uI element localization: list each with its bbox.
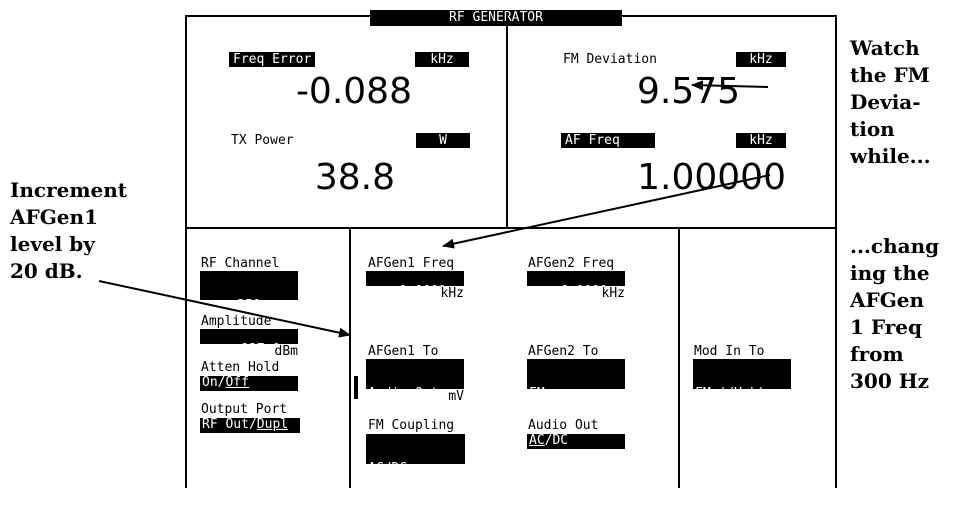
atten-hold-field[interactable]: On/Off	[200, 376, 298, 391]
meter-divider-horizontal	[185, 227, 837, 229]
audio-out-dc: /DC	[544, 433, 569, 448]
tx-power-label: TX Power	[231, 133, 294, 148]
freq-error-value: -0.088	[295, 71, 412, 112]
left-annotation: Increment AFGen1 level by 20 dB.	[10, 177, 180, 285]
amplitude-label: Amplitude	[201, 314, 272, 329]
rf-channel-field[interactable]: 350 LS AMPS	[200, 271, 298, 355]
afgen2-to-label: AFGen2 To	[528, 344, 599, 359]
mod-in-to-value: Off	[730, 428, 754, 443]
afgen1-to-unit: mV	[448, 389, 464, 404]
af-freq-label: AF Freq	[561, 133, 655, 148]
left-annotation-line: 20 dB.	[10, 259, 83, 283]
fm-deviation-value: 9.575	[636, 71, 740, 112]
mod-in-to-label: Mod In To	[694, 344, 765, 359]
afgen2-to-dest: FM	[529, 386, 545, 401]
fm-deviation-unit: kHz	[736, 52, 786, 67]
left-annotation-line: level by	[10, 232, 95, 256]
output-port-field[interactable]: RF Out/Dupl	[200, 418, 300, 433]
right-top-annotation-line: the FM	[850, 63, 930, 87]
output-port-label: Output Port	[201, 402, 288, 417]
mod-in-to-field[interactable]: FM (/Vpk) Off	[693, 359, 791, 443]
right-top-annotation-line: while...	[850, 144, 931, 168]
rf-channel-label: RF Channel	[201, 256, 280, 271]
afgen1-to-label: AFGen1 To	[368, 344, 439, 359]
screen-title: RF GENERATOR	[370, 10, 622, 26]
afgen1-freq-unit: kHz	[440, 286, 464, 301]
tx-power-unit: W	[416, 133, 470, 148]
output-port-rf-out: RF Out	[202, 417, 249, 432]
af-freq-value: 1.00000	[637, 157, 786, 198]
fm-coupling-field[interactable]: AC/DC DC FM Zero	[366, 434, 465, 518]
left-annotation-line: AFGen1	[10, 205, 98, 229]
tx-power-value: 38.8	[314, 157, 395, 198]
rf-channel-value: 350	[237, 298, 261, 313]
afgen2-to-field[interactable]: FM Off	[527, 359, 625, 443]
right-bottom-annotation: ...chang ing the AFGen 1 Freq from 300 H…	[850, 233, 960, 395]
freq-error-label: Freq Error	[229, 52, 316, 67]
right-bottom-annotation-line: 1 Freq	[850, 315, 922, 339]
audio-out-label: Audio Out	[528, 418, 599, 433]
right-top-annotation-line: Devia-	[850, 90, 921, 114]
atten-hold-off: Off	[225, 375, 249, 390]
right-bottom-annotation-line: AFGen	[850, 288, 925, 312]
fm-deviation-label: FM Deviation	[563, 52, 657, 67]
fm-coupling-zero: DC FM Zero	[368, 503, 447, 518]
atten-hold-on: On	[202, 375, 218, 390]
meter-divider-vertical	[506, 16, 508, 228]
afgen1-to-cursor	[354, 376, 358, 399]
amplitude-unit: dBm	[274, 344, 298, 359]
afgen1-freq-label: AFGen1 Freq	[368, 256, 455, 271]
mod-in-to-dest: FM (/Vpk)	[695, 386, 766, 401]
audio-out-ac: AC	[529, 433, 545, 448]
right-bottom-annotation-line: from	[850, 342, 904, 366]
right-top-annotation-line: Watch	[850, 36, 920, 60]
right-top-annotation: Watch the FM Devia- tion while...	[850, 35, 960, 170]
fm-coupling-ac: AC	[368, 461, 384, 476]
right-bottom-annotation-line: ...chang	[850, 234, 940, 258]
column-divider-1	[349, 228, 351, 488]
output-port-dupl: Dupl	[256, 417, 289, 432]
afgen1-to-field[interactable]: Audio Out 500	[366, 359, 464, 443]
left-annotation-line: Increment	[10, 178, 128, 202]
af-freq-unit: kHz	[736, 133, 786, 148]
atten-hold-label: Atten Hold	[201, 360, 280, 375]
afgen2-freq-unit: kHz	[601, 286, 625, 301]
right-bottom-annotation-line: ing the	[850, 261, 930, 285]
audio-out-field[interactable]: AC/DC	[527, 434, 625, 449]
right-top-annotation-line: tion	[850, 117, 895, 141]
afgen2-freq-field[interactable]: 6.0000	[527, 271, 625, 299]
fm-coupling-label: FM Coupling	[368, 418, 455, 433]
right-bottom-annotation-line: 300 Hz	[850, 369, 929, 393]
afgen2-freq-label: AFGen2 Freq	[528, 256, 615, 271]
amplitude-field[interactable]: -137.0	[200, 329, 298, 357]
freq-error-unit: kHz	[415, 52, 469, 67]
column-divider-2	[678, 228, 680, 488]
output-port-sep: /	[248, 417, 257, 432]
afgen1-freq-field[interactable]: 1.0000	[366, 271, 464, 299]
fm-coupling-dc: /DC	[383, 461, 408, 476]
